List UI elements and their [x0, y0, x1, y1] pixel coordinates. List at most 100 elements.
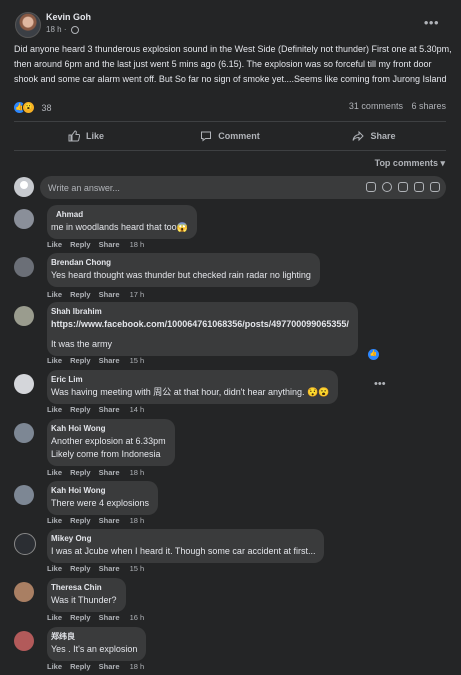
comment-bubble: Brendan Chong Yes heard thought was thun…: [47, 253, 320, 287]
reaction-count[interactable]: 38: [42, 103, 52, 113]
comment-like-link[interactable]: Like: [47, 516, 62, 525]
comment-like-link[interactable]: Like: [47, 356, 62, 365]
comment-share-link[interactable]: Share: [99, 468, 120, 477]
share-button[interactable]: Share: [302, 124, 446, 148]
commenter-name[interactable]: Kah Hoi Wong: [51, 423, 166, 435]
wow-reaction-icon[interactable]: 😮: [22, 101, 35, 114]
comment-text: Was having meeting with 周公 at that hour,…: [51, 387, 330, 397]
comment-text: It was the army: [51, 339, 113, 349]
avatar-sticker-icon[interactable]: [366, 182, 376, 192]
comment-like-link[interactable]: Like: [47, 662, 62, 671]
comment-like-link[interactable]: Like: [47, 290, 62, 299]
comment-like-link[interactable]: Like: [47, 468, 62, 477]
shares-count[interactable]: 6 shares: [411, 101, 446, 111]
comment-label: Comment: [218, 131, 260, 141]
comment-like-link[interactable]: Like: [47, 613, 62, 622]
comment-time[interactable]: 18 h: [130, 516, 145, 525]
comment-actions: Like Reply Share 15 h: [47, 356, 144, 365]
comment-bubble: Theresa Chin Was it Thunder?: [47, 578, 126, 612]
comment-like-reaction-icon[interactable]: 👍: [366, 347, 381, 362]
comment-time[interactable]: 18 h: [130, 468, 145, 477]
comment-reply-link[interactable]: Reply: [70, 468, 90, 477]
comment-reply-link[interactable]: Reply: [70, 516, 90, 525]
commenter-name[interactable]: Eric Lim: [51, 374, 329, 386]
gif-icon[interactable]: [414, 182, 424, 192]
comment-like-link[interactable]: Like: [47, 240, 62, 249]
comment-link[interactable]: https://www.facebook.com/100064761068356…: [51, 318, 349, 331]
sort-label: Top comments: [374, 158, 438, 168]
more-options-icon[interactable]: •••: [424, 15, 439, 30]
comment-share-link[interactable]: Share: [99, 564, 120, 573]
commenter-avatar[interactable]: [14, 257, 34, 277]
share-arrow-icon: [352, 130, 365, 142]
comment-time[interactable]: 18 h: [130, 662, 145, 671]
comment-button[interactable]: Comment: [158, 124, 302, 148]
commenter-avatar[interactable]: [14, 209, 34, 229]
comment-reply-link[interactable]: Reply: [70, 613, 90, 622]
commenter-avatar[interactable]: [14, 306, 34, 326]
comment-time[interactable]: 17 h: [130, 290, 145, 299]
post-stats: 31 comments 6 shares: [343, 101, 446, 111]
comment-actions: Like Reply Share 18 h: [47, 516, 144, 525]
comment-actions: Like Reply Share 17 h: [47, 290, 144, 299]
author-name[interactable]: Kevin Goh: [46, 12, 91, 22]
commenter-name[interactable]: 郑纬良: [51, 631, 137, 643]
post-meta: 18 h ·: [46, 25, 79, 34]
comment-bubble: Kah Hoi Wong Another explosion at 6.33pm…: [47, 419, 175, 466]
comment-text: Was it Thunder?: [51, 595, 117, 605]
comment-share-link[interactable]: Share: [99, 516, 120, 525]
comment-reply-link[interactable]: Reply: [70, 405, 90, 414]
comment-time[interactable]: 16 h: [130, 613, 145, 622]
commenter-name[interactable]: Theresa Chin: [51, 582, 117, 594]
comment-reply-link[interactable]: Reply: [70, 662, 90, 671]
comment-bubble: Eric Lim Was having meeting with 周公 at t…: [47, 370, 339, 404]
comment-share-link[interactable]: Share: [99, 356, 120, 365]
comments-count[interactable]: 31 comments: [349, 101, 403, 111]
post-time[interactable]: 18 h: [46, 25, 62, 34]
post-header: Kevin Goh 18 h · •••: [15, 12, 451, 40]
comment-time[interactable]: 18 h: [130, 240, 145, 249]
comment-share-link[interactable]: Share: [99, 405, 120, 414]
camera-icon[interactable]: [398, 182, 408, 192]
comment-reply-link[interactable]: Reply: [70, 564, 90, 573]
emoji-icon[interactable]: [382, 182, 392, 192]
commenter-avatar[interactable]: [14, 582, 34, 602]
comment-reply-link[interactable]: Reply: [70, 356, 90, 365]
comment-time[interactable]: 15 h: [130, 356, 145, 365]
comment-share-link[interactable]: Share: [99, 662, 120, 671]
comment-like-link[interactable]: Like: [47, 405, 62, 414]
like-button[interactable]: Like: [14, 124, 158, 148]
comment-reply-link[interactable]: Reply: [70, 290, 90, 299]
post-card: Kevin Goh 18 h · ••• Did anyone heard 3 …: [0, 0, 461, 675]
comment-text: me in woodlands heard that too😱: [51, 222, 188, 232]
comment-time[interactable]: 15 h: [130, 564, 145, 573]
commenter-avatar[interactable]: [14, 631, 34, 651]
comment-reply-link[interactable]: Reply: [70, 240, 90, 249]
commenter-name[interactable]: Kah Hoi Wong: [51, 485, 149, 497]
commenter-name[interactable]: Mikey Ong: [51, 533, 315, 545]
comment-options-icon[interactable]: •••: [374, 378, 386, 390]
comment-composer: [14, 176, 446, 200]
comment-bubble: 郑纬良 Yes . It's an explosion: [47, 627, 147, 661]
comment-actions: Like Reply Share 15 h: [47, 564, 144, 573]
comment-share-link[interactable]: Share: [99, 613, 120, 622]
comment-actions: Like Reply Share 14 h: [47, 405, 144, 414]
comment-like-link[interactable]: Like: [47, 564, 62, 573]
comment-bubble: Shah Ibrahim https://www.facebook.com/10…: [47, 302, 358, 356]
comment-blank-line: [51, 331, 349, 338]
commenter-avatar[interactable]: [14, 485, 34, 505]
sticker-icon[interactable]: [430, 182, 440, 192]
comment-text: Likely come from Indonesia: [51, 449, 161, 459]
commenter-name[interactable]: Brendan Chong: [51, 257, 311, 269]
sort-comments-dropdown[interactable]: Top comments ▾: [375, 158, 445, 169]
commenter-name[interactable]: Shah Ibrahim: [51, 306, 349, 318]
comment-share-link[interactable]: Share: [99, 290, 120, 299]
commenter-avatar[interactable]: [14, 423, 34, 443]
comment-time[interactable]: 14 h: [130, 405, 145, 414]
commenter-avatar[interactable]: [14, 533, 36, 555]
commenter-avatar[interactable]: [14, 374, 34, 394]
commenter-name[interactable]: Ahmad: [56, 209, 188, 221]
comment-share-link[interactable]: Share: [99, 240, 120, 249]
author-avatar[interactable]: [15, 12, 41, 38]
comment-text: Another explosion at 6.33pm: [51, 436, 166, 446]
